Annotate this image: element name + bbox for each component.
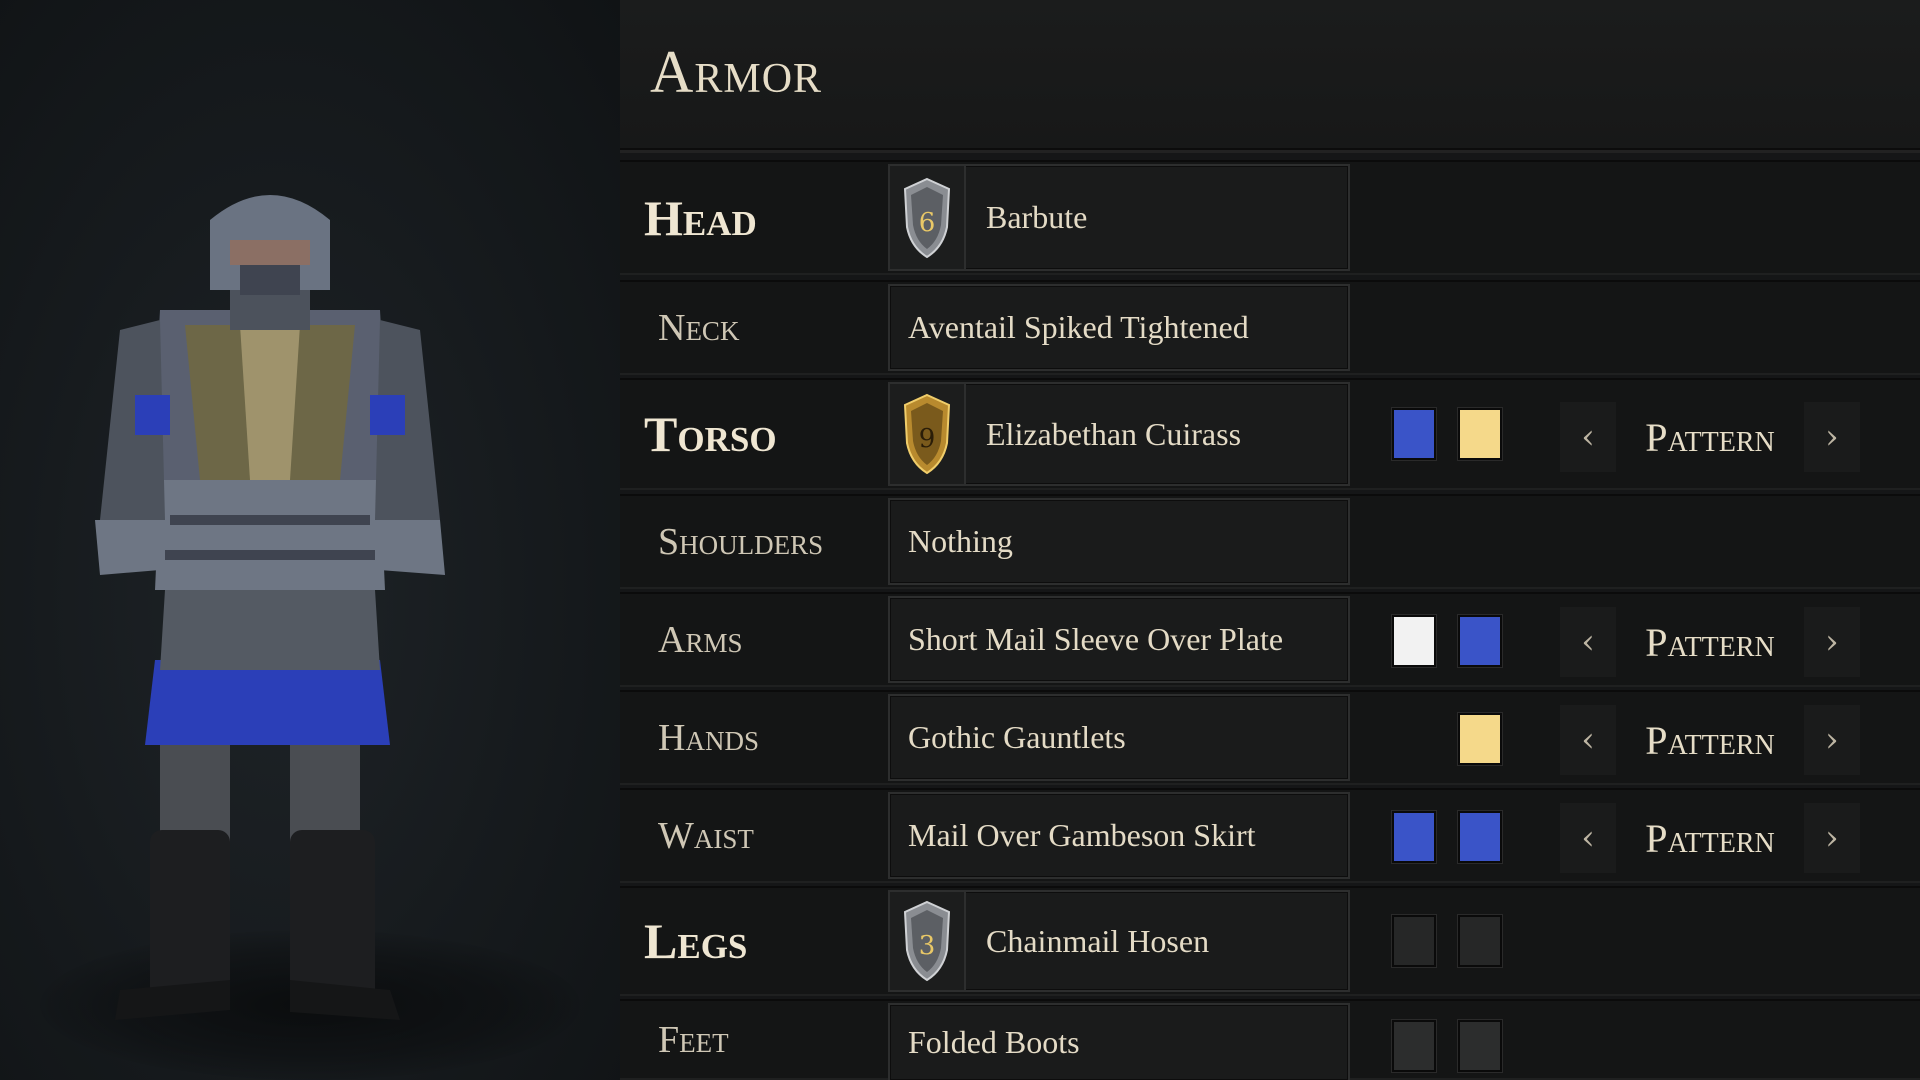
pattern-label: Pattern (1645, 815, 1775, 861)
pattern-next-button[interactable]: › (1803, 803, 1860, 873)
item-name-head: Barbute (986, 199, 1088, 235)
slot-row-shoulders: Shoulders Nothing (620, 494, 1920, 589)
slot-label-arms: Arms (658, 618, 743, 661)
secondary-color-swatch[interactable] (1458, 915, 1502, 967)
secondary-color-swatch[interactable] (1458, 1020, 1502, 1072)
pattern-control: ‹ Pattern › (1560, 803, 1860, 873)
item-select-hands[interactable]: Gothic Gauntlets (888, 694, 1350, 781)
pattern-prev-button[interactable]: ‹ (1560, 803, 1616, 873)
chevron-left-icon: ‹ (1581, 720, 1595, 760)
item-select-neck[interactable]: Aventail Spiked Tightened (888, 284, 1350, 371)
pattern-next-button[interactable]: › (1803, 705, 1860, 775)
slot-label-legs: Legs (644, 913, 748, 969)
slot-label-torso: Torso (644, 406, 777, 462)
knight-figure (95, 195, 445, 1020)
slot-label-waist: Waist (658, 814, 754, 857)
item-select-legs[interactable]: 3 Chainmail Hosen (888, 890, 1350, 992)
page-title: Armor (650, 39, 823, 105)
chevron-left-icon: ‹ (1581, 818, 1595, 858)
tier-badge: 9 (890, 384, 966, 484)
pattern-control: ‹ Pattern › (1560, 402, 1860, 472)
item-name-hands: Gothic Gauntlets (908, 719, 1126, 755)
shield-icon: 3 (903, 900, 951, 982)
panel-header: Armor (620, 0, 1920, 150)
pattern-control: ‹ Pattern › (1560, 607, 1860, 677)
item-name-shoulders: Nothing (908, 523, 1013, 559)
secondary-color-swatch[interactable] (1458, 408, 1502, 460)
secondary-color-swatch[interactable] (1458, 811, 1502, 863)
tier-number: 6 (919, 208, 936, 238)
slot-row-legs: Legs 3 Chainmail Hosen (620, 886, 1920, 996)
primary-color-swatch[interactable] (1392, 1020, 1436, 1072)
slot-label-shoulders: Shoulders (658, 520, 824, 563)
primary-color-swatch[interactable] (1392, 615, 1436, 667)
slot-label-neck: Neck (658, 306, 740, 349)
slot-row-waist: Waist Mail Over Gambeson Skirt ‹ Pattern… (620, 788, 1920, 883)
item-select-head[interactable]: 6 Barbute (888, 164, 1350, 271)
tier-number: 3 (919, 931, 936, 961)
pattern-label: Pattern (1645, 619, 1775, 665)
pattern-next-button[interactable]: › (1803, 607, 1860, 677)
pattern-next-button[interactable]: › (1803, 402, 1860, 472)
chevron-left-icon: ‹ (1581, 417, 1595, 457)
primary-color-swatch[interactable] (1392, 915, 1436, 967)
chevron-right-icon: › (1825, 622, 1839, 662)
pattern-control: ‹ Pattern › (1560, 705, 1860, 775)
tier-number: 9 (919, 424, 936, 454)
item-name-legs: Chainmail Hosen (986, 922, 1210, 959)
pattern-prev-button[interactable]: ‹ (1560, 705, 1616, 775)
primary-color-swatch[interactable] (1458, 713, 1502, 765)
item-name-arms: Short Mail Sleeve Over Plate (908, 621, 1284, 657)
tier-badge: 3 (890, 892, 966, 990)
slot-label-feet: Feet (658, 1018, 729, 1061)
slot-row-neck: Neck Aventail Spiked Tightened (620, 280, 1920, 375)
slot-row-head: Head 6 Barbute (620, 160, 1920, 275)
primary-color-swatch[interactable] (1392, 408, 1436, 460)
chevron-right-icon: › (1825, 818, 1839, 858)
pattern-label: Pattern (1645, 717, 1775, 763)
item-select-shoulders[interactable]: Nothing (888, 498, 1350, 585)
chevron-right-icon: › (1825, 417, 1839, 457)
item-select-waist[interactable]: Mail Over Gambeson Skirt (888, 792, 1350, 879)
slot-row-hands: Hands Gothic Gauntlets ‹ Pattern › (620, 690, 1920, 785)
character-preview[interactable] (0, 0, 620, 1080)
chevron-right-icon: › (1825, 720, 1839, 760)
pattern-label: Pattern (1645, 414, 1775, 460)
primary-color-swatch[interactable] (1392, 811, 1436, 863)
secondary-color-swatch[interactable] (1458, 615, 1502, 667)
shield-icon: 6 (903, 177, 951, 258)
item-name-neck: Aventail Spiked Tightened (908, 309, 1249, 345)
slot-row-arms: Arms Short Mail Sleeve Over Plate ‹ Patt… (620, 592, 1920, 687)
item-select-arms[interactable]: Short Mail Sleeve Over Plate (888, 596, 1350, 683)
tier-badge: 6 (890, 166, 966, 269)
armor-panel: Armor Head 6 Barbute Neck Aventail Spike… (620, 0, 1920, 1080)
slot-label-hands: Hands (658, 716, 759, 759)
pattern-prev-button[interactable]: ‹ (1560, 607, 1616, 677)
item-select-torso[interactable]: 9 Elizabethan Cuirass (888, 382, 1350, 486)
pattern-prev-button[interactable]: ‹ (1560, 402, 1616, 472)
slot-row-feet: Feet Folded Boots (620, 999, 1920, 1080)
slot-label-head: Head (644, 189, 757, 246)
item-name-feet: Folded Boots (908, 1024, 1080, 1060)
slot-row-torso: Torso 9 Elizabethan Cuirass ‹ Pattern › (620, 378, 1920, 490)
item-name-torso: Elizabethan Cuirass (986, 415, 1242, 452)
item-select-feet[interactable]: Folded Boots (888, 1003, 1350, 1080)
shield-icon: 9 (903, 393, 951, 475)
chevron-left-icon: ‹ (1581, 622, 1595, 662)
item-name-waist: Mail Over Gambeson Skirt (908, 817, 1256, 853)
